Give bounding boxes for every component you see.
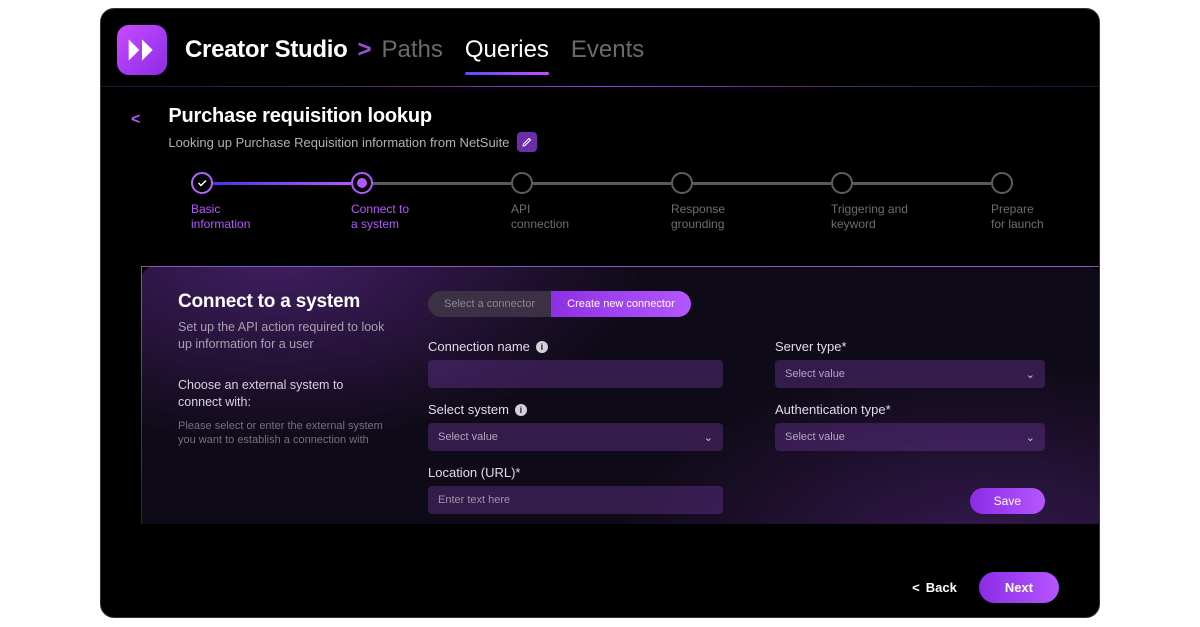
back-caret[interactable]: < [131,111,140,129]
field-location: Location (URL)* [428,465,723,514]
page-title: Purchase requisition lookup [168,105,537,128]
section-desc: Set up the API action required to look u… [178,319,388,353]
step-response-grounding: Responsegrounding [671,172,831,232]
step-label: Responsegrounding [671,202,781,232]
step-api-connection: APIconnection [511,172,671,232]
field-connection-name: Connection name i [428,339,723,388]
step-label: Triggering andkeyword [831,202,941,232]
field-select-system: Select system i Select value ⌄ [428,402,723,451]
next-button[interactable]: Next [979,572,1059,603]
step-basic-information: Basicinformation [191,172,351,232]
forward-icon [126,34,158,66]
info-icon[interactable]: i [515,404,527,416]
toggle-create-connector[interactable]: Create new connector [551,291,691,317]
step-label: Connect toa system [351,202,461,232]
step-line [853,182,991,185]
nav-tab-events[interactable]: Events [571,36,644,64]
header-underline [101,86,1099,87]
step-dot [191,172,213,194]
choose-system-title: Choose an external system to connect wit… [178,377,388,411]
step-connect-system: Connect toa system [351,172,511,232]
step-dot [511,172,533,194]
section-title: Connect to a system [178,291,388,313]
step-dot [831,172,853,194]
field-auth-type: Authentication type* Select value ⌄ [775,402,1045,451]
step-dot [351,172,373,194]
nav-separator: > [357,36,371,64]
location-label: Location (URL)* [428,465,521,480]
connector-toggle: Select a connector Create new connector [428,291,691,317]
nav-tab-paths[interactable]: Paths [382,36,443,64]
chevron-down-icon: ⌄ [1026,431,1035,444]
step-line [533,182,671,185]
server-type-select[interactable]: Select value ⌄ [775,360,1045,388]
back-button[interactable]: < Back [912,580,957,595]
location-input[interactable] [428,486,723,514]
page-subtitle: Looking up Purchase Requisition informat… [168,135,509,150]
select-system-placeholder: Select value [438,431,498,443]
progress-stepper: Basicinformation Connect toa system APIc… [191,172,1081,232]
auth-type-label: Authentication type* [775,402,891,417]
step-line [213,182,351,185]
app-logo [117,25,167,75]
toggle-select-connector[interactable]: Select a connector [428,291,551,317]
nav-tab-queries[interactable]: Queries [465,36,549,64]
step-label: Preparefor launch [991,202,1071,232]
back-label: Back [926,580,957,595]
app-header: Creator Studio > Paths Queries Events [101,9,1099,87]
info-icon[interactable]: i [536,341,548,353]
connection-name-input[interactable] [428,360,723,388]
select-system-select[interactable]: Select value ⌄ [428,423,723,451]
step-dot [671,172,693,194]
step-line [373,182,511,185]
chevron-down-icon: ⌄ [704,431,713,444]
step-line [693,182,831,185]
step-triggering: Triggering andkeyword [831,172,991,232]
pencil-icon [521,136,533,148]
chevron-down-icon: ⌄ [1026,368,1035,381]
auth-type-select[interactable]: Select value ⌄ [775,423,1045,451]
step-label: Basicinformation [191,202,301,232]
chevron-left-icon: < [912,580,920,595]
select-system-label: Select system [428,402,509,417]
field-server-type: Server type* Select value ⌄ [775,339,1045,388]
connection-name-label: Connection name [428,339,530,354]
step-label: APIconnection [511,202,621,232]
wizard-footer: < Back Next [912,572,1059,603]
save-button[interactable]: Save [970,488,1045,514]
connect-panel: Connect to a system Set up the API actio… [141,266,1100,524]
edit-button[interactable] [517,132,537,152]
step-dot [991,172,1013,194]
step-prepare-launch: Preparefor launch [991,172,1071,232]
choose-system-help: Please select or enter the external syst… [178,419,388,449]
server-type-placeholder: Select value [785,368,845,380]
check-icon [196,177,208,189]
app-title: Creator Studio [185,36,347,64]
server-type-label: Server type* [775,339,847,354]
auth-type-placeholder: Select value [785,431,845,443]
